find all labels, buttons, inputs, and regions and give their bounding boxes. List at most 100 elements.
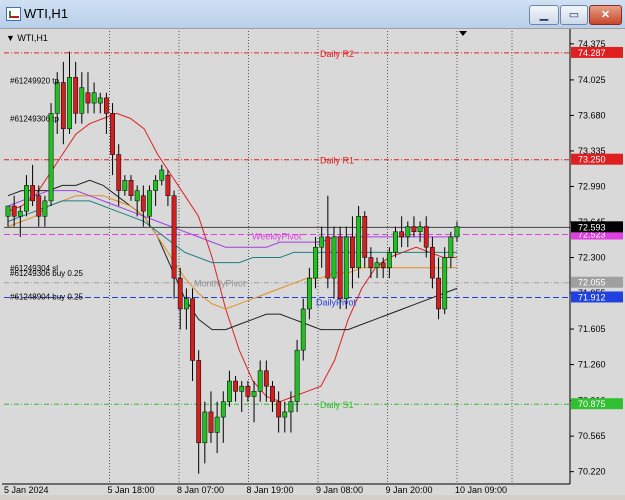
candle-body <box>60 82 66 130</box>
candle-body <box>214 416 220 433</box>
window-title: WTI,H1 <box>24 6 69 21</box>
pivot-label: MonthlyPivot <box>194 279 246 289</box>
candle-body <box>202 411 208 444</box>
candle-body <box>239 385 245 392</box>
candle-body <box>393 231 398 253</box>
pivot-label: WeeklyPivot <box>252 232 302 242</box>
candle-body <box>442 257 448 310</box>
time-tick-label: 9 Jan 20:00 <box>386 485 433 495</box>
candle-body <box>257 370 263 392</box>
candle-body <box>368 257 374 269</box>
candle-body <box>282 411 288 418</box>
title-bar[interactable]: WTI,H1 ▁ ▭ ✕ <box>0 0 625 29</box>
time-tick-label: 5 Jan 18:00 <box>108 485 155 495</box>
candle-body <box>399 231 405 238</box>
time-tick-label: 9 Jan 08:00 <box>316 485 363 495</box>
candle-body <box>36 195 42 217</box>
candle-body <box>110 113 115 155</box>
candle-body <box>245 385 251 397</box>
candle-body <box>411 226 417 233</box>
candle-body <box>356 216 361 269</box>
pivot-price-tag-label: 73.250 <box>578 155 606 165</box>
price-tick-label: 71.605 <box>578 324 606 334</box>
order-label: #61248904 buy 0.25 <box>10 293 84 302</box>
current-price-tag-label: 72.593 <box>578 222 606 232</box>
order-label: #61249920 tp <box>10 76 59 85</box>
candle-body <box>73 77 79 114</box>
pivot-price-tag-label: 74.287 <box>578 48 606 58</box>
candle-body <box>42 200 48 217</box>
candle-body <box>251 391 257 397</box>
chart-area[interactable]: Daily R2 Daily R1 WeeklyPivot MonthlyPivot D… <box>2 28 624 495</box>
candle-body <box>30 185 36 202</box>
candle-body <box>104 97 109 114</box>
pivot-price-tag-label: 72.055 <box>578 278 606 288</box>
candle-body <box>140 195 146 212</box>
pivot-label: Daily S1 <box>320 400 354 410</box>
candle-body <box>85 92 91 104</box>
candle-body <box>325 236 331 279</box>
pivot-label: Daily R2 <box>320 49 354 59</box>
price-tick-label: 74.025 <box>578 75 606 85</box>
price-tick-label: 72.990 <box>578 181 606 191</box>
candle-body <box>331 236 337 279</box>
pivot-price-tag-label: 71.912 <box>578 292 606 302</box>
order-label: #61249306 tp <box>10 115 59 124</box>
candle-body <box>116 154 122 191</box>
price-tick-label: 72.300 <box>578 253 606 263</box>
candle-body <box>208 411 214 433</box>
candle-body <box>171 195 177 279</box>
candle-body <box>196 360 202 444</box>
candle-body <box>11 205 17 217</box>
candle-body <box>227 380 232 402</box>
candle-body <box>276 401 282 418</box>
candle-body <box>122 180 128 191</box>
chart-app-icon <box>6 7 21 21</box>
candle-body <box>153 180 159 191</box>
chart-window: WTI,H1 ▁ ▭ ✕ Daily R2 Daily R1 WeeklyPivot… <box>0 0 625 495</box>
candle-body <box>159 169 165 181</box>
price-tick-label: 70.220 <box>578 467 606 477</box>
candle-body <box>350 236 355 269</box>
price-tick-label: 70.565 <box>578 431 606 441</box>
order-label: #61249306 buy 0.25 <box>10 269 84 278</box>
time-tick-label: 10 Jan 09:00 <box>455 485 507 495</box>
candle-body <box>448 236 454 258</box>
candle-body <box>263 370 269 387</box>
candle-body <box>54 82 60 114</box>
time-tick-label: 8 Jan 19:00 <box>247 485 294 495</box>
candle-body <box>48 113 54 202</box>
candle-body <box>270 385 275 402</box>
candle-body <box>300 308 306 351</box>
pivot-label: DailyPivot <box>316 297 357 307</box>
time-tick-label: 8 Jan 07:00 <box>177 485 224 495</box>
candle-body <box>429 246 435 279</box>
candle-body <box>337 236 343 299</box>
candle-body <box>220 401 226 418</box>
time-tick-label: 5 Jan 2024 <box>4 485 49 495</box>
candle-body <box>91 92 97 104</box>
minimize-button[interactable]: ▁ <box>529 5 559 25</box>
pivot-label: Daily R1 <box>320 156 354 166</box>
candle-body <box>67 77 72 130</box>
price-tick-label: 73.680 <box>578 110 606 120</box>
pivot-price-tag-label: 70.875 <box>578 399 606 409</box>
candle-body <box>233 380 238 392</box>
candle-body <box>386 252 392 269</box>
price-tick-label: 71.260 <box>578 360 606 370</box>
candle-body <box>288 401 294 413</box>
candle-body <box>24 185 29 212</box>
maximize-button[interactable]: ▭ <box>560 5 588 25</box>
candle-body <box>97 97 103 104</box>
candle-body <box>306 277 312 310</box>
candle-body <box>343 236 349 299</box>
candle-body <box>294 349 300 402</box>
candle-body <box>319 236 325 248</box>
candle-body <box>79 87 85 114</box>
close-button[interactable]: ✕ <box>589 5 622 25</box>
candle-body <box>405 226 411 238</box>
price-chart[interactable]: Daily R2 Daily R1 WeeklyPivot MonthlyPivot D… <box>2 29 624 495</box>
candle-body <box>436 277 441 310</box>
candle-body <box>17 210 23 217</box>
chart-symbol-label: ▼ WTI,H1 <box>6 33 48 43</box>
